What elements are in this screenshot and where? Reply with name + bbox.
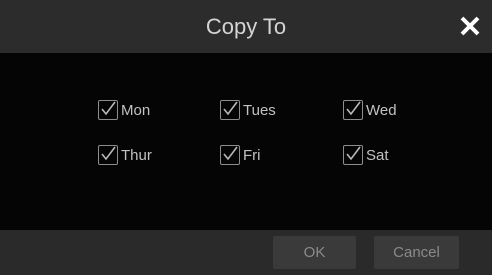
day-checkbox-mon[interactable]: Mon — [98, 99, 150, 121]
close-button[interactable] — [456, 12, 484, 40]
cancel-button[interactable]: Cancel — [374, 236, 459, 269]
copy-to-dialog: Copy To Mon Tues Wed Thur Fri Sat OK Can… — [0, 0, 492, 275]
ok-button[interactable]: OK — [273, 236, 356, 269]
close-icon — [460, 16, 480, 36]
checkbox-checked-icon[interactable] — [98, 145, 118, 165]
dialog-body: Mon Tues Wed Thur Fri Sat — [0, 53, 492, 230]
day-checkbox-sat[interactable]: Sat — [343, 144, 389, 166]
checkbox-checked-icon[interactable] — [343, 145, 363, 165]
day-label-tues: Tues — [243, 101, 276, 119]
day-checkbox-thur[interactable]: Thur — [98, 144, 152, 166]
checkbox-checked-icon[interactable] — [220, 145, 240, 165]
day-checkbox-fri[interactable]: Fri — [220, 144, 261, 166]
day-label-sat: Sat — [366, 146, 389, 164]
dialog-title: Copy To — [205, 14, 287, 39]
dialog-titlebar: Copy To — [0, 0, 492, 53]
day-label-thur: Thur — [121, 146, 152, 164]
dialog-footer: OK Cancel — [0, 230, 492, 275]
day-checkbox-wed[interactable]: Wed — [343, 99, 397, 121]
checkbox-checked-icon[interactable] — [220, 100, 240, 120]
day-label-mon: Mon — [121, 101, 151, 119]
checkbox-checked-icon[interactable] — [343, 100, 363, 120]
day-label-wed: Wed — [366, 101, 397, 119]
day-label-fri: Fri — [243, 146, 261, 164]
checkbox-checked-icon[interactable] — [98, 100, 118, 120]
day-checkbox-tues[interactable]: Tues — [220, 99, 276, 121]
